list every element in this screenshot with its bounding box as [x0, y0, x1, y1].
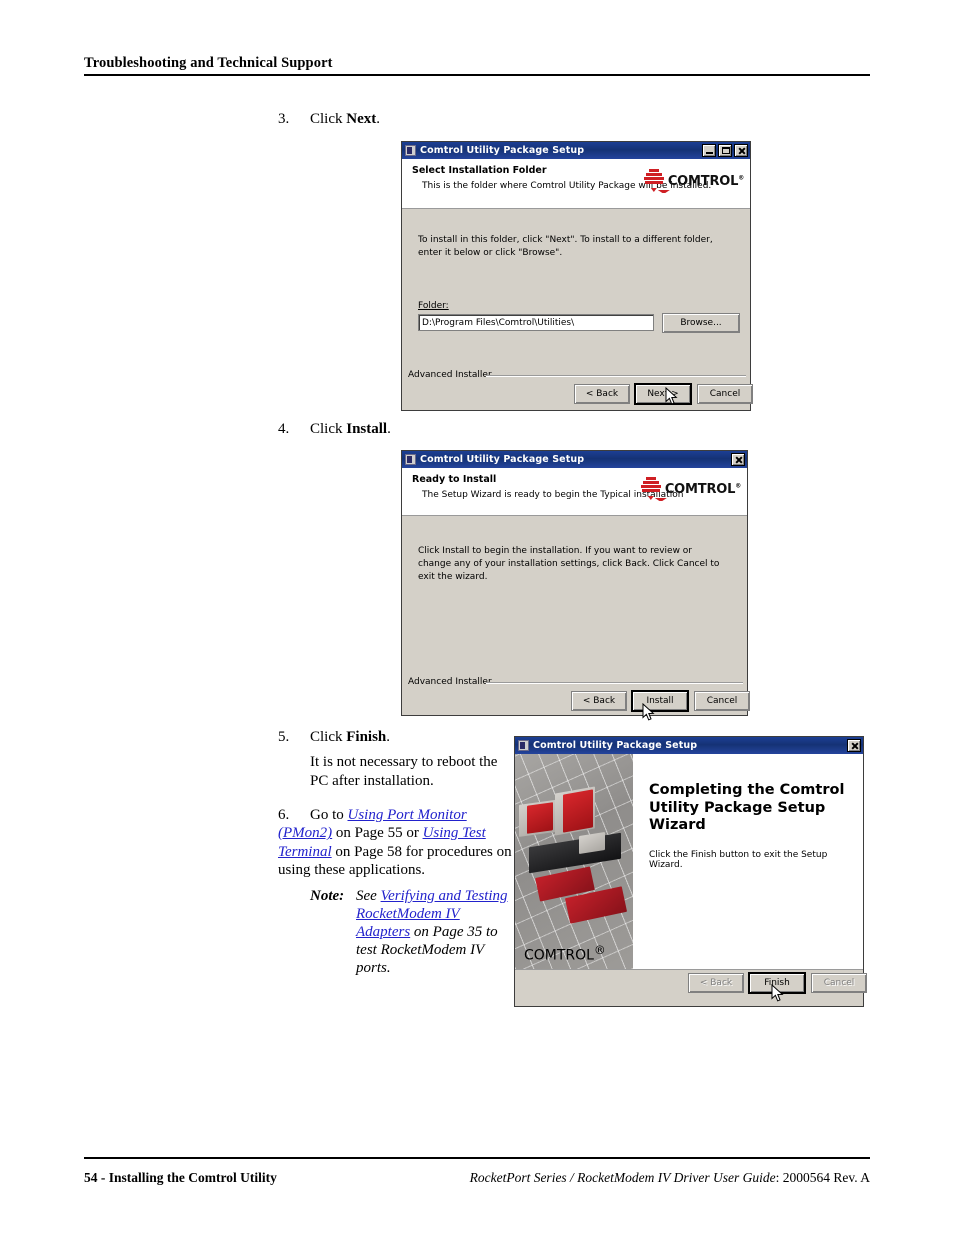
- close-button[interactable]: [847, 739, 861, 752]
- finish-button[interactable]: Finish: [748, 972, 806, 994]
- dialog2-instructions: Click Install to begin the installation.…: [418, 546, 720, 583]
- step-4-body: Click Install.: [310, 421, 391, 437]
- step-5-number: 5.: [278, 729, 290, 745]
- cancel-button[interactable]: Cancel: [697, 384, 753, 404]
- footer-rule: [84, 1157, 870, 1159]
- browse-button[interactable]: Browse...: [662, 313, 740, 333]
- step-4-text-post: .: [387, 421, 391, 437]
- comtrol-wordmark-text: COMTROL: [664, 481, 736, 497]
- close-button[interactable]: [734, 144, 748, 157]
- dialog1-installer-label: Advanced Installer: [408, 370, 492, 380]
- comtrol-wordmark-text: COMTROL: [667, 173, 739, 189]
- comtrol-wordmark: COMTROL®: [524, 943, 606, 964]
- comtrol-diamond-icon: [640, 477, 667, 501]
- footer-right: RocketPort Series / RocketModem IV Drive…: [470, 1170, 870, 1186]
- setup-package-icon: [405, 145, 416, 156]
- dialog1-window-buttons: [702, 144, 748, 157]
- dialog2-window-buttons: [731, 453, 745, 466]
- dialog3-title: Comtrol Utility Package Setup: [533, 740, 698, 751]
- step-3-keyword: Next: [346, 111, 377, 127]
- install-button[interactable]: Install: [631, 690, 689, 712]
- note-label: Note:: [310, 888, 345, 905]
- dialog3-body: COMTROL® Completing the Comtrol Utility …: [515, 754, 863, 970]
- dialog1-title: Comtrol Utility Package Setup: [420, 145, 585, 156]
- comtrol-wordmark: COMTROL®: [668, 175, 744, 188]
- comtrol-wordmark: COMTROL®: [665, 483, 741, 496]
- step-4-number: 4.: [278, 421, 290, 437]
- cancel-button[interactable]: Cancel: [694, 691, 750, 711]
- step-4-keyword: Install: [346, 421, 388, 437]
- minimize-button[interactable]: [702, 144, 716, 157]
- footer-right-revision: : 2000564 Rev. A: [775, 1170, 870, 1185]
- dialog3-heading: Completing the Comtrol Utility Package S…: [649, 782, 845, 834]
- step-6-number: 6.: [278, 807, 290, 823]
- dialog2-installer-label: Advanced Installer: [408, 677, 492, 687]
- dialog2-titlebar[interactable]: Comtrol Utility Package Setup: [402, 451, 747, 468]
- step-5-text-post: .: [386, 729, 391, 745]
- dialog3-window-buttons: [847, 739, 861, 752]
- step-3-text-post: .: [376, 111, 380, 127]
- comtrol-logo: COMTROL®: [640, 477, 741, 501]
- dialog1-titlebar[interactable]: Comtrol Utility Package Setup: [402, 142, 750, 159]
- cancel-button: Cancel: [811, 973, 867, 993]
- step-5: 5. Click Finish. It is not necessary to …: [278, 728, 510, 790]
- step-6-mid1: on Page 55 or: [332, 825, 423, 842]
- step-3-number: 3.: [278, 111, 290, 127]
- maximize-button[interactable]: [718, 144, 732, 157]
- step-4: 4. Click Install.: [278, 420, 498, 438]
- step-5-text-pre: Click: [310, 729, 347, 745]
- folder-input[interactable]: D:\Program Files\Comtrol\Utilities\: [418, 314, 654, 331]
- step-6-body: Go to Using Port Monitor (PMon2) on Page…: [278, 807, 512, 878]
- document-page: Troubleshooting and Technical Support 3.…: [0, 0, 954, 1235]
- page-header: Troubleshooting and Technical Support: [84, 55, 333, 71]
- step-3: 3. Click Next.: [278, 110, 498, 128]
- back-button[interactable]: < Back: [574, 384, 630, 404]
- registered-mark: ®: [735, 482, 741, 490]
- setup-package-icon: [518, 740, 529, 751]
- folder-label-text: Folder:: [418, 301, 449, 311]
- setup-package-icon: [405, 454, 416, 465]
- step-5-paragraph: It is not necessary to reboot the PC aft…: [310, 754, 498, 789]
- step-6-lead: Go to: [310, 807, 348, 823]
- dialog2-divider: [486, 682, 743, 683]
- next-button[interactable]: Next >: [634, 383, 692, 405]
- dialog1-divider: [486, 375, 746, 376]
- dialog1-instructions: To install in this folder, click "Next".…: [418, 235, 713, 259]
- step-5-body: Click Finish.: [310, 729, 390, 745]
- dialog-ready-to-install[interactable]: Comtrol Utility Package Setup Ready to I…: [401, 450, 750, 721]
- header-rule: [84, 74, 870, 76]
- dialog1-banner: Select Installation Folder This is the f…: [402, 159, 750, 209]
- step-5-keyword: Finish: [346, 729, 387, 745]
- step-3-body: Click Next.: [310, 111, 380, 127]
- step-6: 6. Go to Using Port Monitor (PMon2) on P…: [278, 806, 516, 977]
- note-block: Note: See Verifying and Testing RocketMo…: [310, 887, 516, 977]
- comtrol-logo: COMTROL®: [643, 169, 744, 193]
- comtrol-logo: COMTROL®: [521, 943, 606, 964]
- registered-mark: ®: [593, 943, 606, 958]
- close-button[interactable]: [731, 453, 745, 466]
- dialog2-banner: Ready to Install The Setup Wizard is rea…: [402, 468, 747, 516]
- footer-right-title: RocketPort Series / RocketModem IV Drive…: [469, 1170, 776, 1185]
- dialog3-titlebar[interactable]: Comtrol Utility Package Setup: [515, 737, 863, 754]
- registered-mark: ®: [738, 174, 744, 182]
- note-lead: See: [356, 888, 381, 905]
- back-button[interactable]: < Back: [571, 691, 627, 711]
- folder-label: Folder:: [418, 301, 449, 311]
- product-collage-image: COMTROL®: [515, 754, 633, 969]
- footer-left: 54 - Installing the Comtrol Utility: [84, 1170, 277, 1185]
- comtrol-diamond-icon: [643, 169, 670, 193]
- dialog3-instructions: Click the Finish button to exit the Setu…: [649, 850, 828, 870]
- step-3-text-pre: Click: [310, 111, 347, 127]
- dialog-completing-setup-wizard[interactable]: Comtrol Utility Package Setup COMTROL® C…: [514, 736, 867, 1007]
- dialog-select-installation-folder[interactable]: Comtrol Utility Package Setup Select Ins…: [401, 141, 753, 411]
- step-4-text-pre: Click: [310, 421, 347, 437]
- back-button: < Back: [688, 973, 744, 993]
- comtrol-wordmark-text: COMTROL: [524, 948, 594, 964]
- dialog2-title: Comtrol Utility Package Setup: [420, 454, 585, 465]
